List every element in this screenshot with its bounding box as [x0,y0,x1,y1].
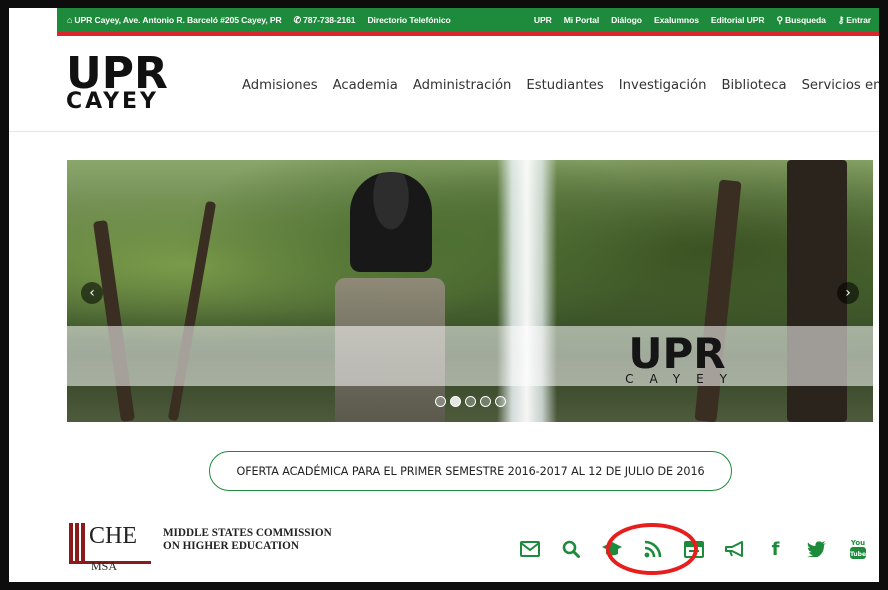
twitter-icon[interactable] [796,534,837,564]
browser-page: ⌂ UPR Cayey, Ave. Antonio R. Barceló #205… [9,8,879,582]
nav-servicios[interactable]: Servicios en línea [802,78,879,93]
logo-cayey: CAYEY [66,89,159,114]
hero-slider[interactable]: UPR CAYEY ‹ › [67,160,873,422]
site-header: UPR CAYEY Admisiones Academia Administra… [9,40,879,132]
tree-trunk [93,220,135,422]
key-icon: ⚷ [837,14,845,25]
nav-estudiantes[interactable]: Estudiantes [526,78,603,93]
nav-admisiones[interactable]: Admisiones [242,78,318,93]
phone-link[interactable]: ✆ 787-738-2161 [294,15,356,26]
msche-accreditation[interactable]: CHE MSA MIDDLE STATES COMMISSION ON HIGH… [69,523,332,573]
slider-dot-4[interactable] [480,396,491,407]
nav-investigacion[interactable]: Investigación [619,78,707,93]
nav-academia[interactable]: Academia [333,78,398,93]
facebook-icon[interactable]: f [755,534,796,564]
svg-text:You: You [849,539,864,547]
home-icon: ⌂ [67,15,73,25]
youtube-icon[interactable]: You Tube [837,534,878,564]
mail-icon[interactable] [509,534,550,564]
phone-icon: ✆ [293,14,302,25]
search-link[interactable]: ⚲ Busqueda [777,15,826,26]
directory-link[interactable]: Directorio Telefónico [367,15,450,25]
top-link-dialogo[interactable]: Diálogo [611,15,642,25]
slider-dot-3[interactable] [465,396,476,407]
address-link[interactable]: ⌂ UPR Cayey, Ave. Antonio R. Barceló #205… [67,15,282,25]
top-link-exalumnos[interactable]: Exalumnos [654,15,699,25]
nav-biblioteca[interactable]: Biblioteca [721,78,786,93]
slider-dot-5[interactable] [495,396,506,407]
tree-trunk [167,200,217,422]
top-link-mi-portal[interactable]: Mi Portal [564,15,599,25]
search-icon: ⚲ [776,14,784,25]
hero-upr-cayey-logo: UPR CAYEY [625,329,743,387]
svg-text:Tube: Tube [849,551,865,558]
chevron-left-icon[interactable]: ‹ [81,282,103,304]
upr-cayey-logo[interactable]: UPR CAYEY [66,48,196,114]
main-nav: Admisiones Academia Administración Estud… [242,78,879,93]
search-icon[interactable] [550,534,591,564]
statue-bust [350,172,432,272]
slider-dot-2[interactable] [450,396,461,407]
logo-upr: UPR [66,48,168,99]
msche-logo: CHE MSA [69,523,151,573]
top-link-upr[interactable]: UPR [534,15,552,25]
login-link[interactable]: ⚷ Entrar [838,15,871,26]
top-link-editorial[interactable]: Editorial UPR [711,15,765,25]
hero-caption-band [67,326,873,386]
academic-offer-button[interactable]: OFERTA ACADÉMICA PARA EL PRIMER SEMESTRE… [209,451,732,491]
slider-dots [435,396,506,407]
top-utility-bar: ⌂ UPR Cayey, Ave. Antonio R. Barceló #205… [57,8,879,36]
chevron-right-icon[interactable]: › [837,282,859,304]
megaphone-icon[interactable] [714,534,755,564]
nav-administracion[interactable]: Administración [413,78,512,93]
highlight-circle [606,523,698,575]
slider-dot-1[interactable] [435,396,446,407]
msche-name: MIDDLE STATES COMMISSION ON HIGHER EDUCA… [163,527,332,552]
